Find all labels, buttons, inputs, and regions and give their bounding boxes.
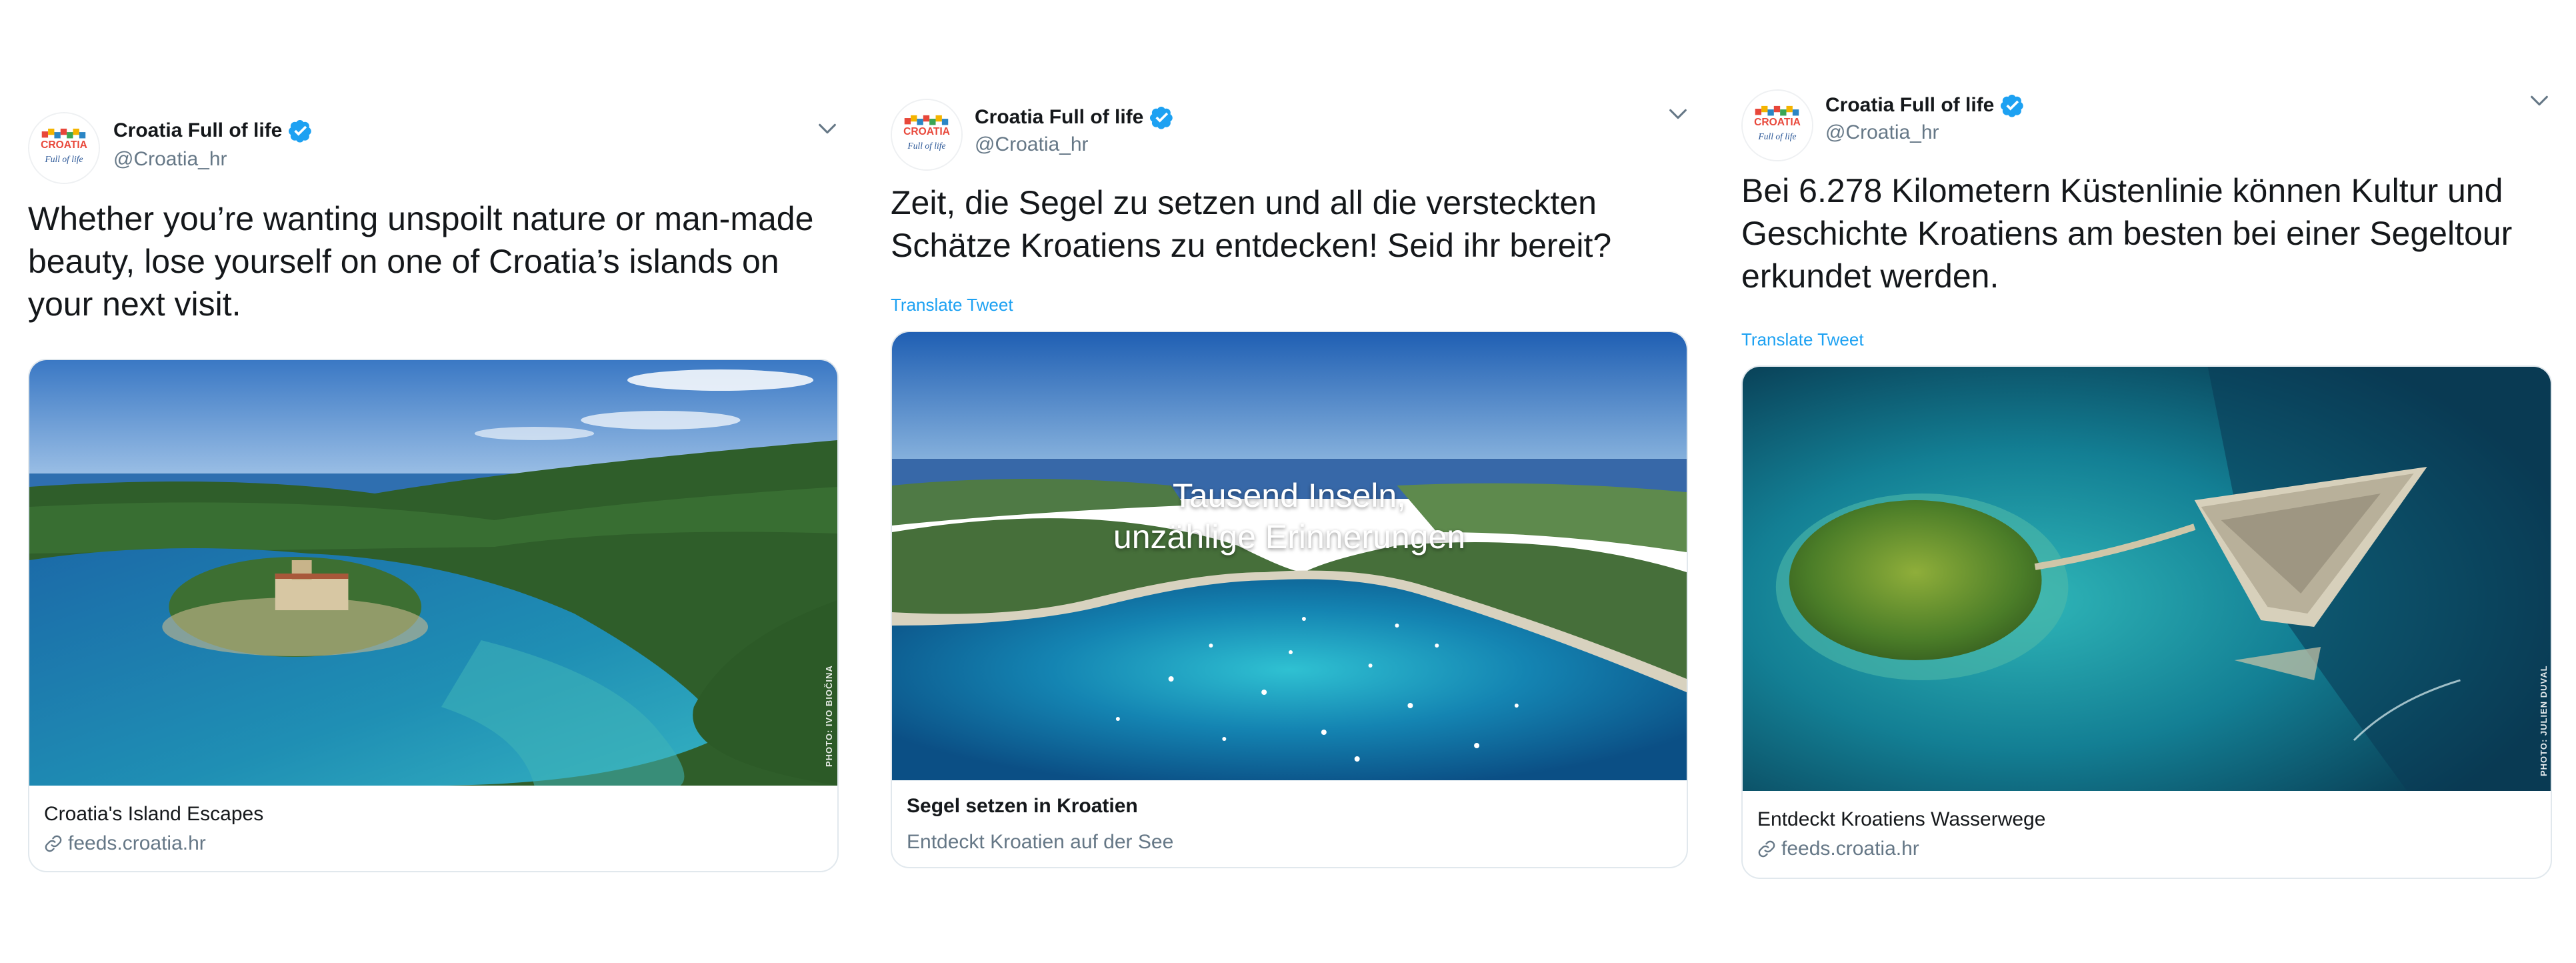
croatia-logo-avatar-icon[interactable] <box>891 99 963 171</box>
tweet-text: Bei 6.278 Kilometern Küstenlinie können … <box>1741 172 2513 295</box>
chevron-down-icon[interactable] <box>816 117 839 140</box>
card-title: Croatia's Island Escapes <box>44 803 264 825</box>
card-domain: feeds.croatia.hr <box>44 832 206 855</box>
photo-credit: PHOTO: JULIEN DUVAL <box>2539 665 2549 776</box>
card-title: Entdeckt Kroatiens Wasserwege <box>1757 808 2046 830</box>
link-card[interactable]: PHOTO: JULIEN DUVAL Entdeckt Kroatiens W… <box>1741 365 2552 879</box>
card-domain: feeds.croatia.hr <box>1757 838 1919 860</box>
account-name: Croatia Full of life <box>975 106 1144 128</box>
account-name: Croatia Full of life <box>113 119 283 141</box>
croatia-logo-avatar-icon[interactable] <box>28 112 100 184</box>
card-description: Entdeckt Kroatien auf der See <box>907 831 1174 853</box>
card-overlay-text: Tausend Inseln, unzählige Erinnerungen <box>892 475 1687 558</box>
croatia-logo-avatar-icon[interactable] <box>1741 89 1813 161</box>
overlay-line-1: Tausend Inseln, <box>1172 477 1407 514</box>
chevron-down-icon[interactable] <box>1667 103 1689 125</box>
account-handle[interactable]: @Croatia_hr <box>975 133 1089 156</box>
card-domain-text: feeds.croatia.hr <box>68 832 206 854</box>
account-name: Croatia Full of life <box>1825 94 1995 116</box>
link-icon <box>1757 840 1776 858</box>
overlay-line-2: unzählige Erinnerungen <box>1113 518 1466 556</box>
card-domain-text: feeds.croatia.hr <box>1781 838 1919 860</box>
account-handle[interactable]: @Croatia_hr <box>113 148 227 171</box>
card-image[interactable]: PHOTO: IVO BIOČINA <box>29 360 837 786</box>
card-title: Segel setzen in Kroatien <box>907 795 1138 817</box>
translate-tweet-link[interactable]: Translate Tweet <box>1741 329 1864 350</box>
tweet-text: Zeit, die Segel zu setzen und all die ve… <box>891 184 1612 264</box>
verified-badge-icon <box>2001 93 2025 117</box>
account-name-link[interactable]: Croatia Full of life <box>113 119 313 143</box>
account-handle[interactable]: @Croatia_hr <box>1825 121 1939 144</box>
photo-credit: PHOTO: IVO BIOČINA <box>824 665 834 767</box>
link-card[interactable]: PHOTO: IVO BIOČINA Croatia's Island Esca… <box>28 359 839 872</box>
tweet-2[interactable]: Croatia Full of life @Croatia_hr Zeit, d… <box>860 0 1720 963</box>
link-card[interactable]: Tausend Inseln, unzählige Erinnerungen S… <box>891 331 1688 868</box>
tweet-text: Whether you’re wanting unspoilt nature o… <box>28 200 814 323</box>
tweet-1[interactable]: Croatia Full of life @Croatia_hr Whether… <box>0 0 860 963</box>
account-name-link[interactable]: Croatia Full of life <box>975 105 1174 129</box>
verified-badge-icon <box>1150 105 1174 129</box>
translate-tweet-link[interactable]: Translate Tweet <box>891 295 1013 315</box>
tweet-3[interactable]: Croatia Full of life @Croatia_hr Bei 6.2… <box>1720 0 2576 963</box>
account-name-link[interactable]: Croatia Full of life <box>1825 93 2025 117</box>
chevron-down-icon[interactable] <box>2528 89 2551 112</box>
verified-badge-icon <box>289 119 313 143</box>
link-icon <box>44 834 63 853</box>
card-image[interactable]: Tausend Inseln, unzählige Erinnerungen <box>892 332 1687 780</box>
card-image[interactable]: PHOTO: JULIEN DUVAL <box>1743 367 2551 791</box>
